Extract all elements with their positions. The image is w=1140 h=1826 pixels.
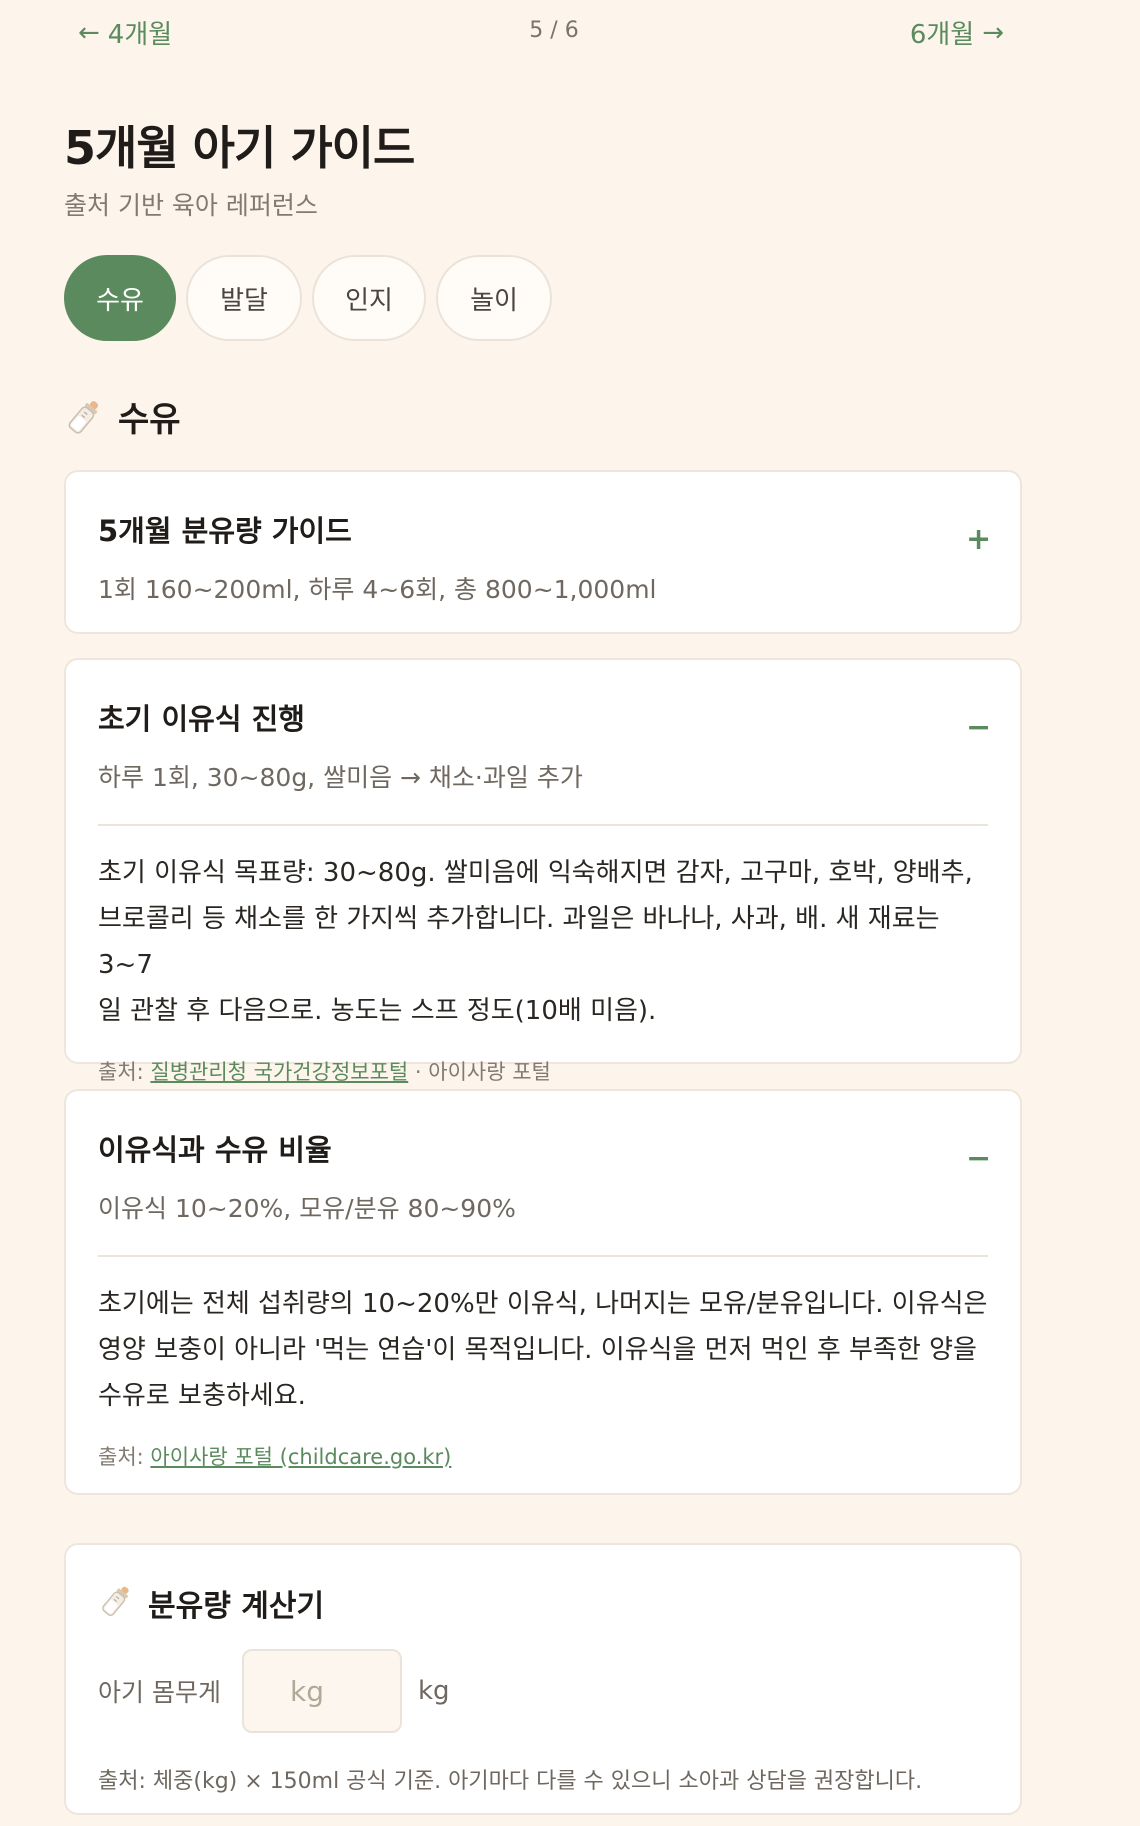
baby-bottle-icon: [64, 397, 104, 437]
card-title: 이유식과 수유 비율: [98, 1133, 332, 1167]
weight-input[interactable]: [242, 1649, 402, 1733]
arrow-right-icon: →: [982, 17, 1004, 48]
card-body: 초기에는 전체 섭취량의 10~20%만 이유식, 나머지는 모유/분유입니다.…: [66, 1257, 1020, 1419]
card-body-line: 초기에는 전체 섭취량의 10~20%만 이유식, 나머지는 모유/분유입니다.…: [98, 1289, 988, 1319]
tab-development[interactable]: 발달: [186, 255, 302, 341]
section-heading-label: 수유: [118, 400, 181, 440]
card-header[interactable]: 초기 이유식 진행 하루 1회, 30~80g, 쌀미음 → 채소·과일 추가 …: [66, 660, 1020, 794]
info-card-formula-amount: 5개월 분유량 가이드 1회 160~200ml, 하루 4~6회, 총 800…: [64, 470, 1022, 634]
card-body-line: 일 관찰 후 다음으로. 농도는 스프 정도(10배 미음).: [98, 996, 657, 1026]
formula-calculator-card: 분유량 계산기 아기 몸무게 kg 출처: 체중(kg) × 150ml 공식 …: [64, 1543, 1022, 1815]
card-summary: 이유식 10~20%, 모유/분유 80~90%: [98, 1194, 516, 1223]
source-prefix: 출처:: [98, 1060, 151, 1084]
card-body-line: 브로콜리 등 채소를 한 가지씩 추가합니다. 과일은 바나나, 사과, 배. …: [98, 904, 940, 980]
card-body: 초기 이유식 목표량: 30~80g. 쌀미음에 익숙해지면 감자, 고구마, …: [66, 826, 1020, 1034]
info-card-early-weaning: 초기 이유식 진행 하루 1회, 30~80g, 쌀미음 → 채소·과일 추가 …: [64, 658, 1022, 1084]
source-prefix: 출처:: [98, 1445, 151, 1469]
expand-plus-icon[interactable]: +: [966, 522, 991, 557]
tab-cognition[interactable]: 인지: [312, 255, 426, 341]
source-suffix: · 아이사랑 포털: [408, 1060, 551, 1084]
page-indicator: 5 / 6: [529, 18, 579, 43]
category-tabs: 수유 발달 인지 놀이: [64, 255, 552, 341]
baby-bottle-icon: [98, 1583, 138, 1623]
tab-feeding[interactable]: 수유: [64, 255, 176, 341]
info-card-feeding-ratio: 이유식과 수유 비율 이유식 10~20%, 모유/분유 80~90% − 초기…: [64, 1089, 1022, 1495]
card-summary: 하루 1회, 30~80g, 쌀미음 → 채소·과일 추가: [98, 763, 583, 792]
card-header[interactable]: 이유식과 수유 비율 이유식 10~20%, 모유/분유 80~90% −: [66, 1091, 1020, 1225]
top-navigation: ← 4개월 5 / 6 6개월 →: [64, 14, 1014, 56]
calculator-title-label: 분유량 계산기: [148, 1589, 325, 1624]
collapse-minus-icon[interactable]: −: [966, 710, 991, 745]
collapse-minus-icon[interactable]: −: [966, 1141, 991, 1176]
page-subtitle: 출처 기반 육아 레퍼런스: [64, 191, 318, 220]
card-title: 초기 이유식 진행: [98, 702, 305, 736]
card-body-line: 수유로 보충하세요.: [98, 1381, 306, 1411]
card-body-line: 초기 이유식 목표량: 30~80g. 쌀미음에 익숙해지면 감자, 고구마, …: [98, 858, 973, 888]
source-link[interactable]: 아이사랑 포털 (childcare.go.kr): [150, 1445, 451, 1469]
card-title: 5개월 분유량 가이드: [98, 514, 352, 548]
weight-unit: kg: [418, 1676, 450, 1706]
card-source: 출처: 아이사랑 포털 (childcare.go.kr): [66, 1419, 1020, 1471]
page: ← 4개월 5 / 6 6개월 → 5개월 아기 가이드 출처 기반 육아 레퍼…: [0, 0, 1140, 1826]
next-month-label: 6개월: [909, 20, 975, 50]
weight-input-row: 아기 몸무게 kg: [98, 1649, 450, 1733]
card-body-line: 영양 보충이 아니라 '먹는 연습'이 목적입니다. 이유식을 먼저 먹인 후 …: [98, 1335, 977, 1365]
page-title: 5개월 아기 가이드: [64, 121, 415, 175]
next-month-link[interactable]: 6개월 →: [910, 14, 1004, 51]
weight-label: 아기 몸무게: [98, 1678, 221, 1707]
calculator-note: 출처: 체중(kg) × 150ml 공식 기준. 아기마다 다를 수 있으니 …: [98, 1769, 923, 1794]
calculator-title: 분유량 계산기: [98, 1581, 324, 1625]
source-link[interactable]: 질병관리청 국가건강정보포털: [150, 1060, 408, 1084]
section-heading: 수유: [64, 392, 181, 441]
card-summary: 1회 160~200ml, 하루 4~6회, 총 800~1,000ml: [98, 575, 657, 604]
card-header[interactable]: 5개월 분유량 가이드 1회 160~200ml, 하루 4~6회, 총 800…: [66, 472, 1020, 606]
card-source: 출처: 질병관리청 국가건강정보포털 · 아이사랑 포털: [66, 1034, 1020, 1086]
tab-play[interactable]: 놀이: [436, 255, 552, 341]
